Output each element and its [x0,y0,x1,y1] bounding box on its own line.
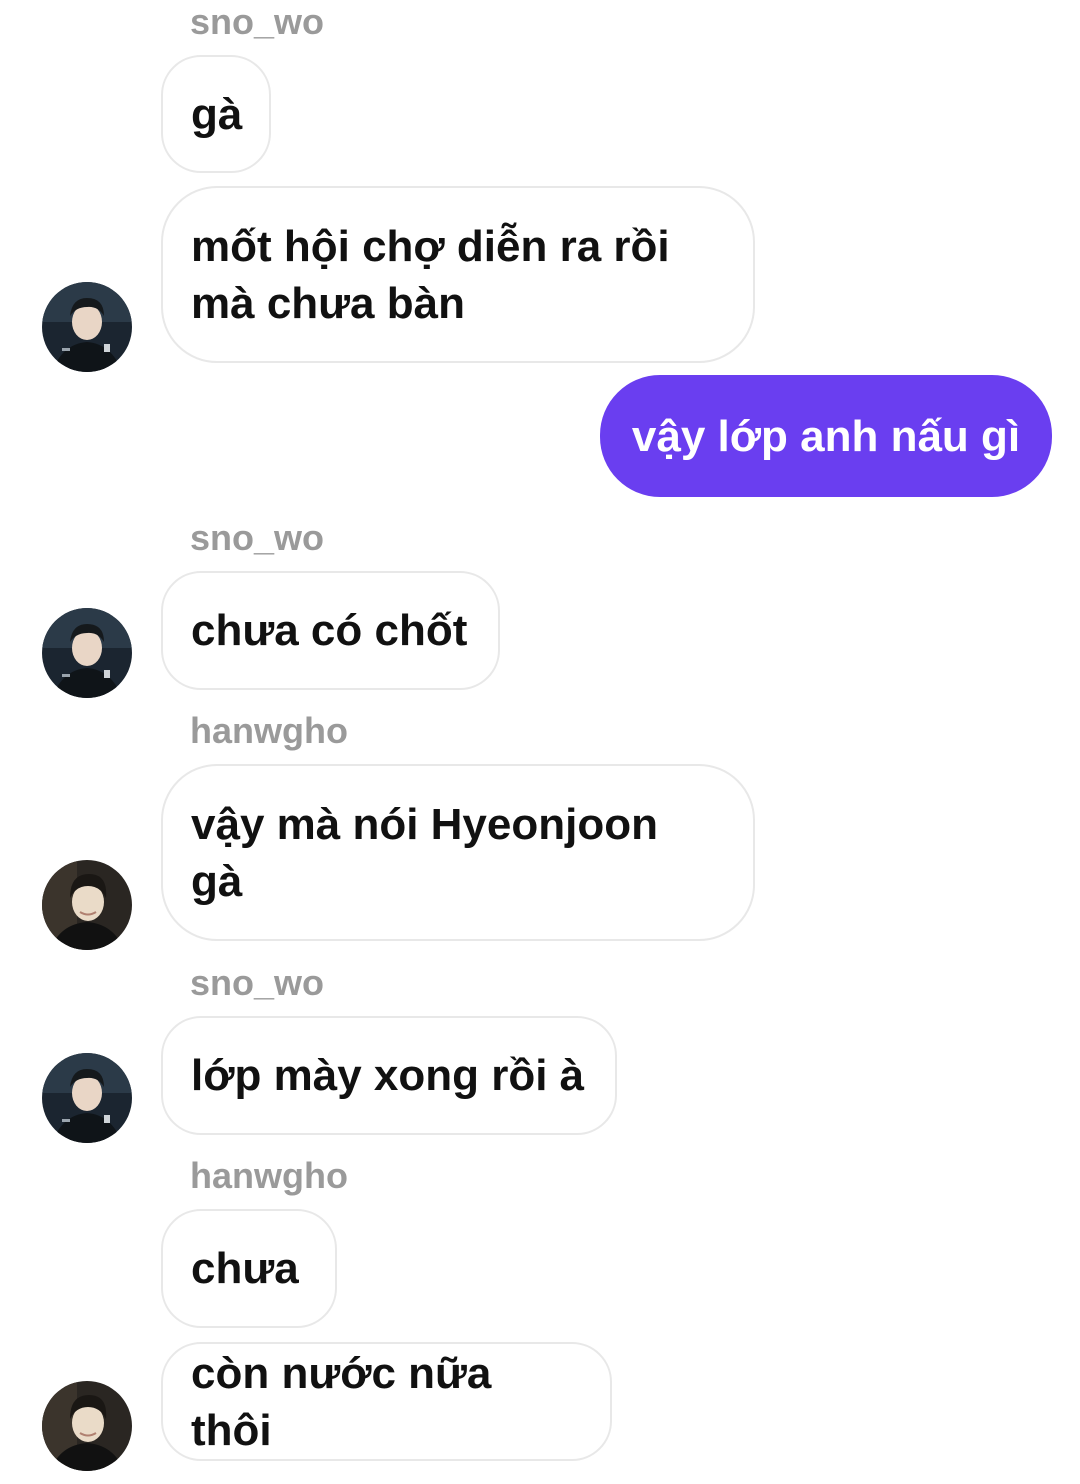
avatar-sno-wo[interactable] [42,608,132,698]
avatar-hanwgho[interactable] [42,860,132,950]
incoming-message-bubble[interactable]: chưa có chốt [161,571,500,690]
avatar-hanwgho[interactable] [42,1381,132,1471]
incoming-message-bubble[interactable]: chưa [161,1209,337,1328]
avatar-image [42,282,132,372]
avatar-image [42,608,132,698]
incoming-message-bubble[interactable]: vậy mà nói Hyeonjoon gà [161,764,755,941]
sender-name: hanwgho [190,1155,348,1196]
avatar-image [42,860,132,950]
sender-name: sno_wo [190,517,325,558]
chat-screen: { "messages": [ {"sender": "sno_wo", "te… [0,0,1080,1484]
incoming-message-bubble[interactable]: gà [161,55,271,173]
incoming-message-bubble[interactable]: mốt hội chợ diễn ra rồi mà chưa bàn [161,186,755,363]
sender-name: sno_wo [190,1,325,42]
sender-name: sno_wo [190,962,325,1003]
outgoing-message-bubble[interactable]: vậy lớp anh nấu gì [600,375,1052,497]
avatar-sno-wo[interactable] [42,1053,132,1143]
incoming-message-bubble[interactable]: lớp mày xong rồi à [161,1016,617,1135]
sender-name: hanwgho [190,710,348,751]
avatar-sno-wo[interactable] [42,282,132,372]
avatar-image [42,1053,132,1143]
avatar-image [42,1381,132,1471]
incoming-message-bubble[interactable]: còn nước nữa thôi [161,1342,612,1461]
